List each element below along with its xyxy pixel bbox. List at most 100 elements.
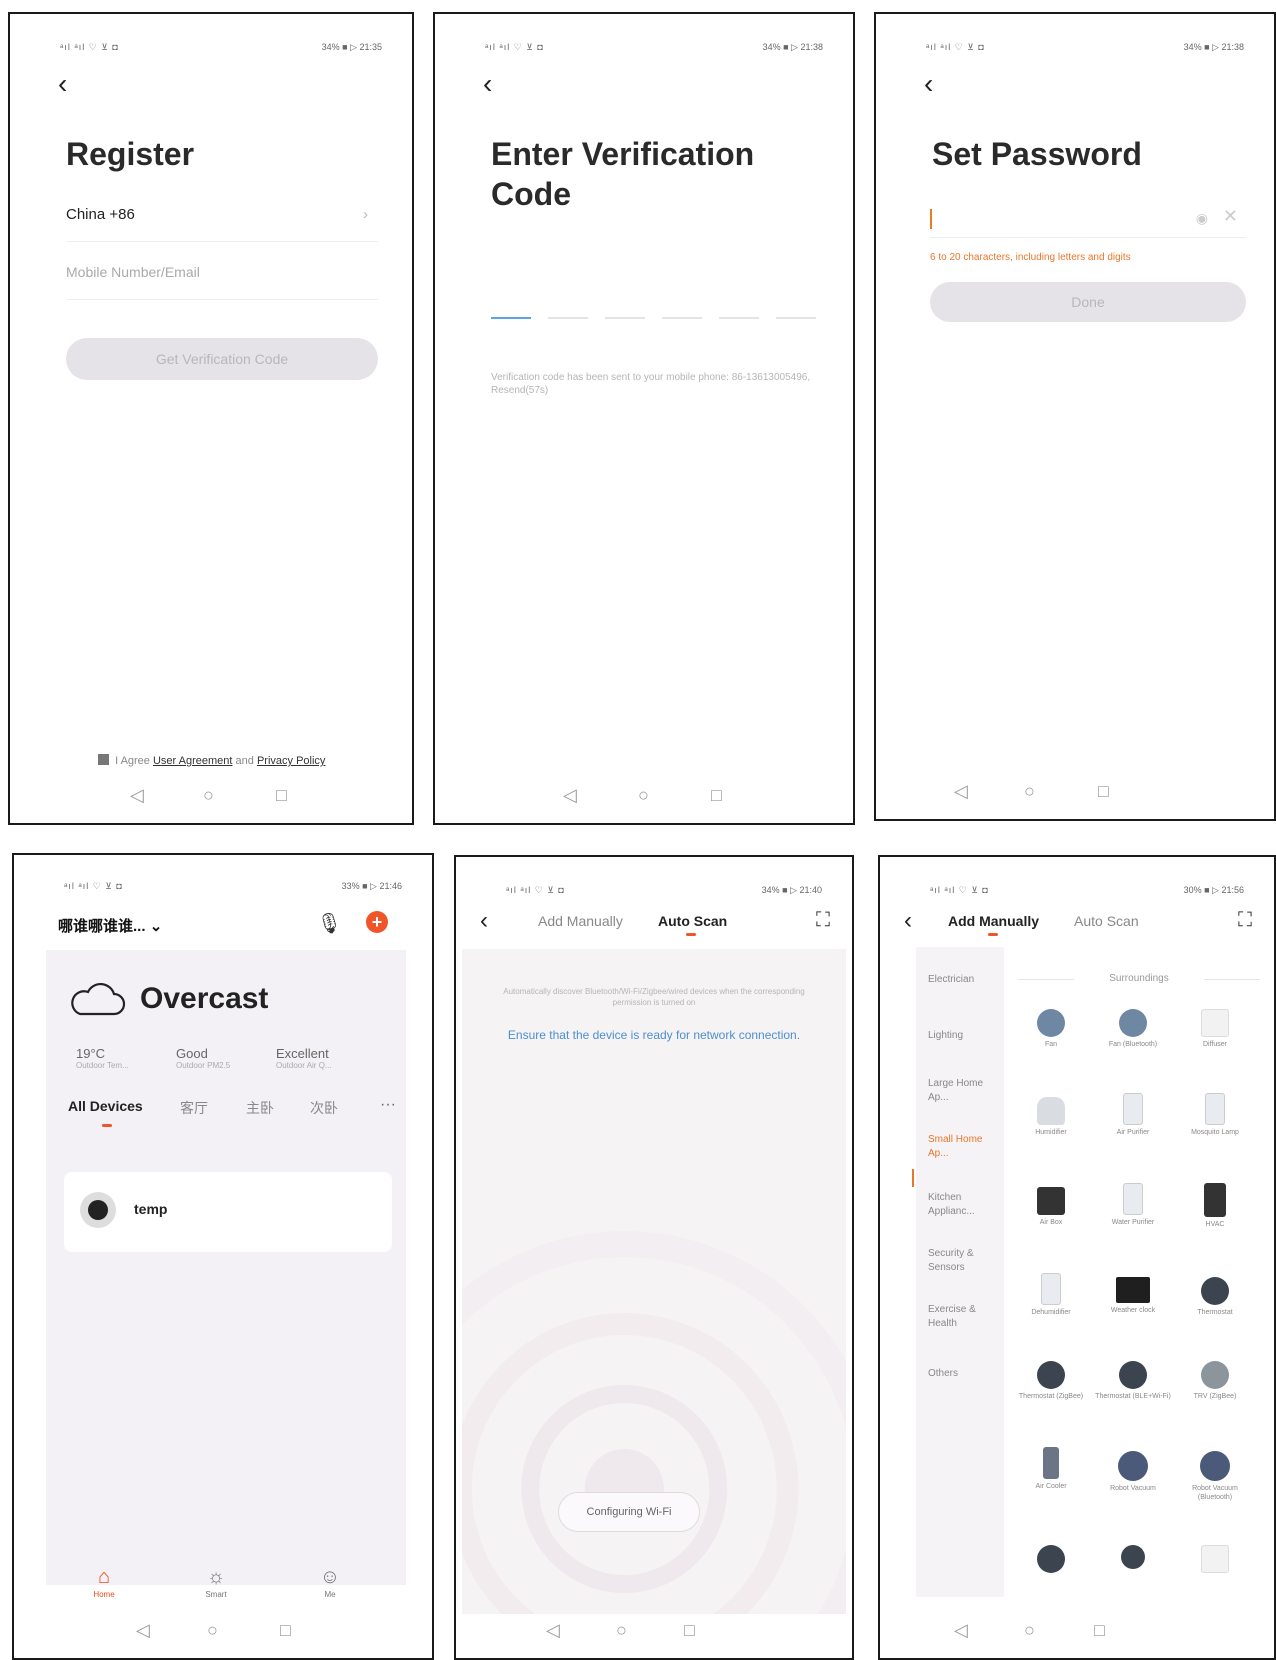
device-tile[interactable]: Humidifier xyxy=(1012,1097,1090,1138)
tab-me[interactable]: ☺ Me xyxy=(300,1566,360,1599)
room-tab-all[interactable]: All Devices xyxy=(68,1098,143,1114)
code-input[interactable] xyxy=(491,317,819,321)
privacy-policy-link[interactable]: Privacy Policy xyxy=(257,755,325,767)
nav-back-icon[interactable]: ◁ xyxy=(954,781,968,802)
nav-back-icon[interactable]: ◁ xyxy=(546,1620,560,1641)
room-tab[interactable]: 主卧 xyxy=(246,1098,274,1118)
category-item[interactable]: Electrician xyxy=(928,973,1000,987)
device-tile[interactable]: Air Cooler xyxy=(1012,1447,1090,1492)
fan-icon xyxy=(1119,1009,1147,1037)
device-tile[interactable]: Air Box xyxy=(1012,1187,1090,1228)
mobile-input[interactable]: Mobile Number/Email xyxy=(66,264,378,300)
tab-auto-scan[interactable]: Auto Scan xyxy=(658,913,727,929)
weather-clock-icon xyxy=(1116,1277,1150,1303)
tab-smart[interactable]: ☼ Smart xyxy=(186,1566,246,1599)
nav-recent-icon[interactable]: □ xyxy=(280,1620,291,1641)
nav-home-icon[interactable]: ○ xyxy=(203,785,214,806)
category-item[interactable]: Large Home Ap... xyxy=(928,1077,1000,1104)
back-icon[interactable]: ‹ xyxy=(58,70,67,98)
nav-recent-icon[interactable]: □ xyxy=(711,785,722,806)
add-device-icon[interactable]: + xyxy=(366,911,388,933)
metric-value: 19°C xyxy=(76,1046,106,1061)
qr-scan-icon[interactable]: ⛶ xyxy=(1238,909,1252,932)
add-device-header: ‹ Add Manually Auto Scan ⛶ xyxy=(880,907,1274,939)
nav-back-icon[interactable]: ◁ xyxy=(130,785,144,806)
nav-home-icon[interactable]: ○ xyxy=(1024,781,1035,802)
done-button[interactable]: Done xyxy=(930,282,1246,322)
device-tile[interactable]: Water Purifier xyxy=(1094,1183,1172,1228)
device-tile[interactable] xyxy=(1176,1545,1254,1577)
humidifier-icon xyxy=(1037,1097,1065,1125)
category-item-active[interactable]: Small Home Ap... xyxy=(928,1133,1000,1160)
category-item[interactable]: Others xyxy=(928,1367,1000,1381)
device-tile[interactable] xyxy=(1012,1545,1090,1577)
category-item[interactable]: Kitchen Applianc... xyxy=(928,1191,1000,1218)
back-icon[interactable]: ‹ xyxy=(924,70,933,98)
device-card[interactable]: temp xyxy=(64,1172,392,1252)
more-icon[interactable]: ··· xyxy=(380,1096,396,1114)
back-icon[interactable]: ‹ xyxy=(904,907,912,935)
nav-back-icon[interactable]: ◁ xyxy=(136,1620,150,1641)
device-tile[interactable]: Fan (Bluetooth) xyxy=(1094,1009,1172,1050)
metric-air-quality: Excellent Outdoor Air Q... xyxy=(276,1046,386,1070)
room-tabs: All Devices 客厅 主卧 次卧 ··· xyxy=(68,1096,396,1128)
system-nav: ◁ ○ □ xyxy=(876,781,1274,805)
device-tile[interactable]: Robot Vacuum xyxy=(1094,1451,1172,1494)
device-tile[interactable]: Thermostat (BLE+Wi-Fi) xyxy=(1094,1361,1172,1402)
device-tile[interactable]: HVAC xyxy=(1176,1183,1254,1230)
nav-home-icon[interactable]: ○ xyxy=(1024,1620,1035,1641)
device-label: Water Purifier xyxy=(1111,1219,1155,1226)
back-icon[interactable]: ‹ xyxy=(483,70,492,98)
agree-checkbox[interactable] xyxy=(98,754,109,765)
battery-time: 33% ■ ▷ 21:46 xyxy=(341,881,402,891)
device-tile[interactable]: Thermostat xyxy=(1176,1277,1254,1318)
device-tile[interactable]: Air Purifier xyxy=(1094,1093,1172,1138)
nav-back-icon[interactable]: ◁ xyxy=(954,1620,968,1641)
configuring-wifi-button[interactable]: Configuring Wi-Fi xyxy=(558,1492,700,1532)
device-tile[interactable]: Diffuser xyxy=(1176,1009,1254,1050)
home-selector[interactable]: 哪谁哪谁谁... ⌄ xyxy=(58,915,162,936)
nav-home-icon[interactable]: ○ xyxy=(207,1620,218,1641)
tab-add-manually[interactable]: Add Manually xyxy=(948,913,1039,929)
device-tile[interactable]: TRV (ZigBee) xyxy=(1176,1361,1254,1402)
qr-scan-icon[interactable]: ⛶ xyxy=(816,909,830,932)
device-tile[interactable]: Mosquito Lamp xyxy=(1176,1093,1254,1138)
nav-recent-icon[interactable]: □ xyxy=(276,785,287,806)
category-item[interactable]: Security & Sensors xyxy=(928,1247,1000,1274)
scan-description: Automatically discover Bluetooth/Wi-Fi/Z… xyxy=(503,987,805,1007)
get-code-button[interactable]: Get Verification Code xyxy=(66,338,378,380)
tab-add-manually[interactable]: Add Manually xyxy=(538,913,623,929)
eye-icon[interactable]: ◉ xyxy=(1196,210,1208,227)
microphone-icon[interactable]: 🎙 xyxy=(317,911,342,936)
nav-home-icon[interactable]: ○ xyxy=(616,1620,627,1641)
tab-auto-scan[interactable]: Auto Scan xyxy=(1074,913,1139,929)
nav-recent-icon[interactable]: □ xyxy=(1094,1620,1105,1641)
device-tile[interactable] xyxy=(1094,1545,1172,1573)
category-item[interactable]: Lighting xyxy=(928,1029,1000,1043)
room-tab[interactable]: 次卧 xyxy=(310,1098,338,1118)
device-icon xyxy=(1037,1545,1065,1573)
nav-recent-icon[interactable]: □ xyxy=(684,1620,695,1641)
back-icon[interactable]: ‹ xyxy=(480,907,488,935)
device-tile[interactable]: Dehumidifier xyxy=(1012,1273,1090,1318)
device-tile[interactable]: Fan xyxy=(1012,1009,1090,1050)
device-tile[interactable]: Weather clock xyxy=(1094,1277,1172,1316)
nav-back-icon[interactable]: ◁ xyxy=(563,785,577,806)
clear-icon[interactable]: ✕ xyxy=(1223,206,1238,227)
system-nav: ◁ ○ □ xyxy=(14,1620,432,1644)
user-agreement-link[interactable]: User Agreement xyxy=(153,755,232,767)
nav-recent-icon[interactable]: □ xyxy=(1098,781,1109,802)
country-selector[interactable]: China +86 › xyxy=(66,206,378,242)
device-tile[interactable]: Thermostat (ZigBee) xyxy=(1012,1361,1090,1402)
code-slot xyxy=(605,317,645,319)
room-tab[interactable]: 客厅 xyxy=(180,1098,208,1118)
password-input[interactable]: ◉ ✕ xyxy=(930,204,1246,238)
agreement-line: I Agree User Agreement and Privacy Polic… xyxy=(98,754,325,767)
device-icon xyxy=(1121,1545,1145,1569)
thermostat-icon xyxy=(1037,1361,1065,1389)
tab-home[interactable]: ⌂ Home xyxy=(74,1566,134,1599)
nav-home-icon[interactable]: ○ xyxy=(638,785,649,806)
category-item[interactable]: Exercise & Health xyxy=(928,1303,1000,1330)
dehumidifier-icon xyxy=(1041,1273,1061,1305)
device-tile[interactable]: Robot Vacuum (Bluetooth) xyxy=(1176,1451,1254,1503)
